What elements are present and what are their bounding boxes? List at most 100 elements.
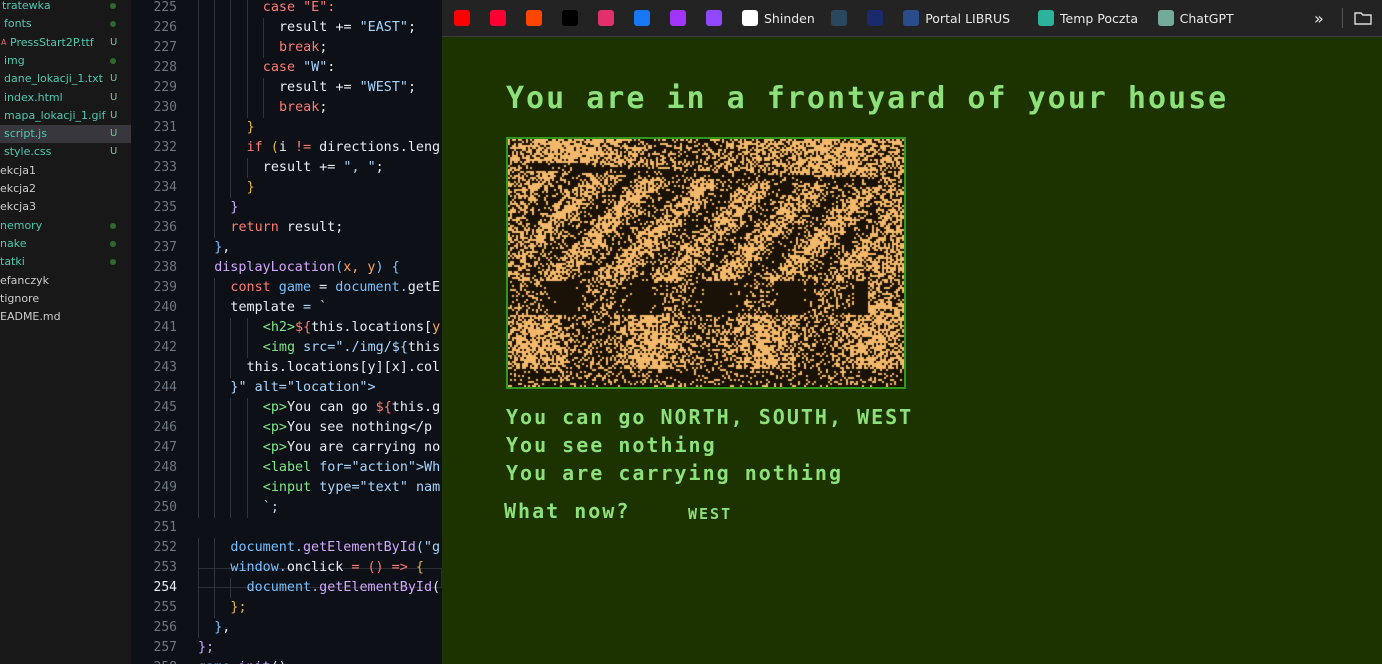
explorer-item[interactable]: tignore	[0, 290, 131, 308]
explorer-item[interactable]: mapa_lokacji_1.gif U	[0, 107, 131, 125]
indent-guide	[198, 0, 199, 18]
code-line[interactable]: displayLocation(x, y) {	[214, 258, 399, 278]
code-line[interactable]: <input type="text" nam	[263, 478, 440, 498]
code-line[interactable]: <p>You are carrying no	[263, 438, 440, 458]
bookmark-youtube-music[interactable]	[490, 0, 506, 36]
bookmark-steam[interactable]	[831, 0, 848, 36]
explorer-item[interactable]: ekcja2	[0, 180, 131, 198]
explorer-item[interactable]: ekcja1	[0, 162, 131, 180]
code-line[interactable]: },	[214, 238, 230, 258]
code-token: .locations[y][x].col	[278, 360, 441, 375]
explorer-item[interactable]: ekcja3	[0, 198, 131, 216]
code-line[interactable]: };	[198, 638, 214, 658]
explorer-item-label: script.js	[4, 127, 47, 141]
indent-guide	[230, 78, 232, 98]
indent-guide	[246, 158, 248, 178]
line-number: 241	[153, 320, 177, 335]
code-line[interactable]: document.getElementById(	[247, 578, 441, 598]
code-line[interactable]: <p>You see nothing</p	[263, 418, 432, 438]
bookmark-x[interactable]	[562, 0, 578, 36]
code-line[interactable]: document.getElementById("g	[230, 538, 440, 558]
code-editor[interactable]: 225 case "E": 226 result += "EAST"; 227 break…	[131, 0, 442, 664]
explorer-item[interactable]: tatki	[0, 253, 131, 271]
indent-guide	[214, 38, 216, 58]
code-line[interactable]: this.locations[y][x].col	[247, 358, 441, 378]
bookmark-librus[interactable]: Portal LIBRUS	[903, 0, 1010, 36]
bookmark-twitch[interactable]	[706, 0, 722, 36]
explorer-item[interactable]: EADME.md	[0, 308, 131, 326]
git-status-dot-icon	[110, 240, 116, 247]
indent-guide	[198, 298, 199, 318]
bookmark-shinden[interactable]: Shinden	[742, 0, 815, 36]
explorer-item[interactable]: A PressStart2P.ttf U	[0, 34, 131, 52]
chevron-double-right-icon[interactable]: »	[1314, 0, 1324, 36]
indent-guide	[230, 98, 232, 118]
facebook-icon	[634, 10, 650, 26]
explorer-item[interactable]: nake	[0, 235, 131, 253]
bookmark-mouse[interactable]	[867, 0, 884, 36]
code-line[interactable]: }	[230, 198, 238, 218]
bookmark-reddit[interactable]	[526, 0, 542, 36]
code-line[interactable]: result += "EAST";	[279, 18, 416, 38]
explorer-item-label: fonts	[4, 17, 32, 31]
code-line[interactable]: <label for="action">Wh	[263, 458, 440, 478]
code-line[interactable]: case "E":	[263, 0, 336, 18]
bookmark-facebook[interactable]	[634, 0, 650, 36]
code-token: "EAST"	[351, 20, 408, 35]
code-line[interactable]: break;	[279, 98, 327, 118]
bookmark-temp-mail[interactable]: Temp Poczta	[1038, 0, 1138, 36]
indent-guide	[214, 98, 216, 118]
bookmark-youtube[interactable]	[454, 0, 470, 36]
explorer-item[interactable]: nemory	[0, 217, 131, 235]
code-token: You can go	[286, 400, 376, 415]
code-line[interactable]: }	[247, 178, 255, 198]
indent-guide	[214, 138, 216, 158]
code-line[interactable]: `;	[263, 498, 279, 518]
code-line[interactable]: }	[247, 118, 255, 138]
explorer-item[interactable]: style.css U	[0, 143, 131, 161]
explorer-item[interactable]: fonts	[0, 15, 131, 33]
code-line[interactable]: return result;	[230, 218, 343, 238]
indent-guide	[262, 18, 264, 38]
code-line[interactable]: game.init();	[198, 658, 295, 664]
explorer-item[interactable]: img	[0, 52, 131, 70]
explorer-item[interactable]: efanczyk	[0, 272, 131, 290]
code-line[interactable]: result += ", ";	[263, 158, 384, 178]
indent-guide	[230, 398, 232, 418]
bookmark-instagram[interactable]	[598, 0, 614, 36]
explorer-item[interactable]: tratewka	[0, 0, 131, 15]
bookmark-messenger[interactable]	[670, 0, 686, 36]
explorer-item-label: tratewka	[2, 0, 51, 12]
indent-guide	[198, 418, 199, 438]
explorer-item[interactable]: script.js U	[0, 125, 131, 144]
code-line[interactable]: break;	[279, 38, 327, 58]
explorer-item-label: nemory	[0, 218, 43, 232]
bookmark-chatgpt[interactable]: ChatGPT	[1157, 0, 1234, 36]
indent-guide	[214, 18, 216, 38]
code-line[interactable]: case "W":	[263, 58, 336, 78]
folder-icon[interactable]	[1354, 0, 1372, 36]
indent-guide	[214, 338, 216, 358]
line-number: 230	[153, 100, 177, 115]
code-line[interactable]: },	[214, 618, 230, 638]
code-line[interactable]: <h2>${this.locations[y	[263, 318, 440, 338]
indent-guide	[214, 478, 216, 498]
code-line[interactable]: window.onclick = () => {	[230, 558, 424, 578]
action-input[interactable]	[682, 501, 914, 527]
explorer-item[interactable]: index.html U	[0, 89, 131, 107]
indent-guide	[214, 318, 216, 338]
code-line[interactable]: const game = document.getE	[230, 278, 440, 298]
indent-guide	[198, 18, 199, 38]
indent-guide	[214, 218, 216, 238]
code-line[interactable]: template = `	[230, 298, 327, 318]
explorer-item[interactable]: dane_lokacji_1.txt U	[0, 70, 131, 88]
code-line[interactable]: <img src="./img/${this	[263, 338, 440, 358]
code-line[interactable]: if (i != directions.leng	[247, 138, 441, 158]
git-status-dot-icon	[110, 21, 116, 28]
code-line[interactable]: };	[230, 598, 246, 618]
code-line[interactable]: <p>You can go ${this.g	[263, 398, 440, 418]
indent-guide	[198, 598, 199, 618]
code-line[interactable]: }" alt="location">	[230, 378, 375, 398]
indent-guide	[198, 78, 199, 98]
code-line[interactable]: result += "WEST";	[279, 78, 416, 98]
